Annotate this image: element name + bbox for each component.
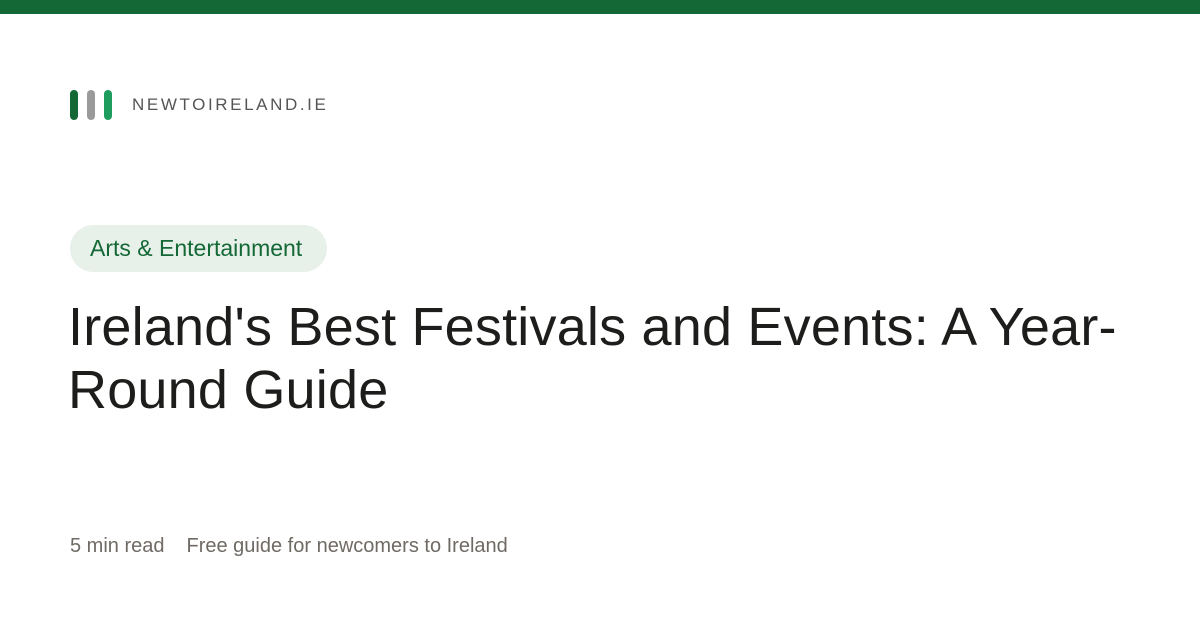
- brand-logo-icon: [70, 90, 112, 120]
- article-meta: 5 min read Free guide for newcomers to I…: [70, 532, 508, 560]
- tagline: Free guide for newcomers to Ireland: [186, 535, 508, 557]
- top-accent-bar: [0, 0, 1200, 14]
- page-title: Ireland's Best Festivals and Events: A Y…: [68, 297, 1117, 420]
- brand-name: NEWTOIRELAND.IE: [132, 95, 329, 114]
- brand-stripe-2: [87, 90, 95, 120]
- brand-stripe-3: [104, 90, 112, 120]
- site-brand[interactable]: NEWTOIRELAND.IE: [70, 90, 328, 120]
- read-time: 5 min read: [70, 535, 165, 557]
- category-tag[interactable]: Arts & Entertainment: [70, 225, 328, 272]
- brand-stripe-1: [70, 90, 78, 120]
